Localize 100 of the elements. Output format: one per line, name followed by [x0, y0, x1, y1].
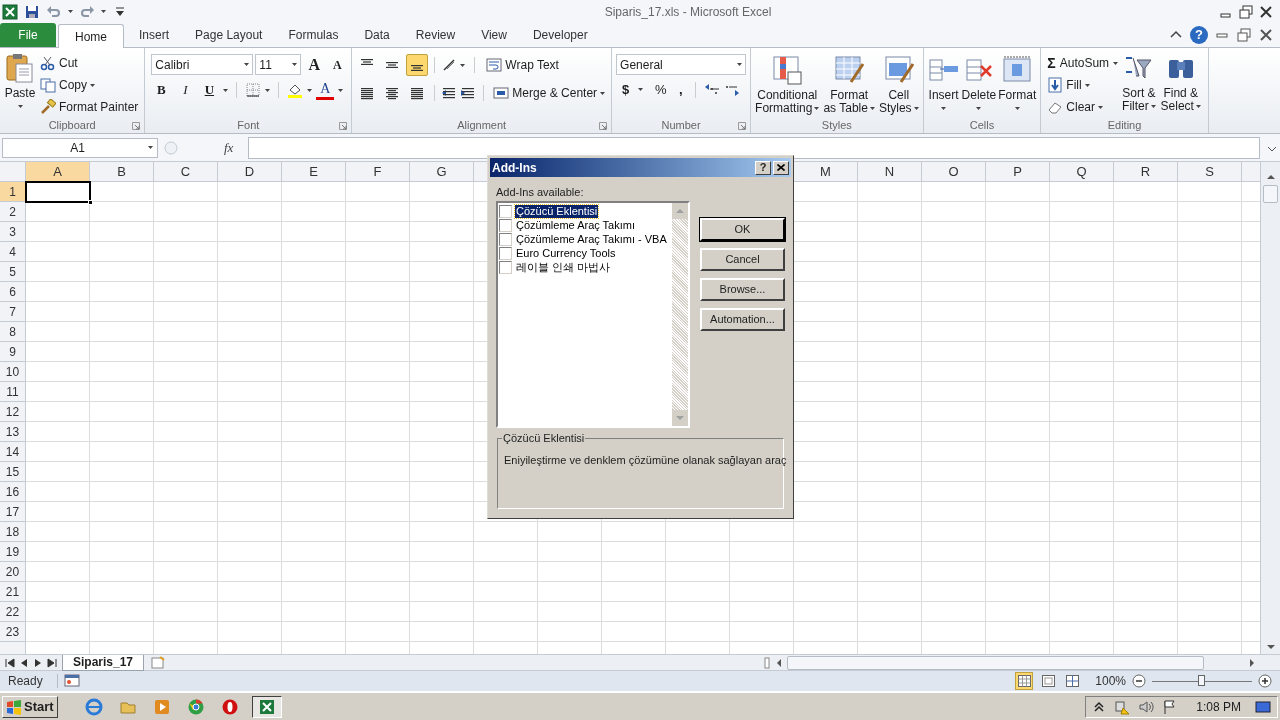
page-layout-view-button[interactable] — [1039, 672, 1058, 690]
list-item[interactable]: Euro Currency Tools — [515, 246, 617, 260]
dialog-launcher-icon[interactable] — [132, 122, 141, 130]
format-painter-button[interactable]: Format Painter — [38, 96, 141, 118]
borders-icon[interactable] — [245, 82, 262, 98]
ribbon-tab[interactable]: Insert — [126, 23, 183, 47]
merge-center-button[interactable]: Merge & Center — [491, 82, 608, 104]
show-desktop-icon[interactable] — [1255, 698, 1271, 715]
conditional-formatting-button[interactable]: Conditional Formatting — [755, 54, 820, 118]
fill-button[interactable]: Fill — [1045, 74, 1121, 96]
ribbon-tab[interactable]: Data — [351, 23, 403, 47]
scroll-thumb[interactable] — [1263, 185, 1278, 203]
column-header: M — [794, 162, 858, 182]
list-item[interactable]: Çözümleme Araç Takımı — [515, 218, 636, 232]
insert-cells-button[interactable]: Insert — [927, 54, 960, 118]
fill-color-icon[interactable] — [287, 82, 304, 98]
font-name-dropdown[interactable]: Calibri — [151, 54, 254, 75]
dialog-button[interactable]: OK — [700, 218, 785, 241]
ribbon-tab[interactable]: Review — [402, 23, 469, 47]
bold-button[interactable]: B — [151, 80, 172, 100]
help-button[interactable]: ? — [1190, 26, 1208, 44]
dialog-button[interactable]: Automation... — [700, 308, 785, 331]
shrink-font-button[interactable]: A — [327, 54, 348, 75]
name-box[interactable]: A1 — [2, 137, 158, 158]
list-item[interactable]: Çözümleme Araç Takımı - VBA — [515, 232, 668, 246]
add-ins-list[interactable]: Çözücü Eklentisi Çözümleme Araç Takımı Çözümleme Araç Takımı - VBA Euro Currency Tools 레이블 인쇄 마법사 — [496, 201, 690, 428]
help-button[interactable]: ? — [755, 160, 771, 175]
page-break-view-button[interactable] — [1063, 672, 1082, 690]
macro-record-icon[interactable] — [63, 673, 80, 689]
ribbon-tab[interactable]: Developer — [519, 23, 601, 47]
zoom-in-icon[interactable] — [1258, 674, 1272, 688]
spreadsheet-app-icon[interactable] — [251, 695, 282, 718]
checkbox[interactable] — [499, 246, 512, 260]
autosum-button[interactable]: Σ AutoSum — [1045, 52, 1121, 74]
checkbox[interactable] — [499, 204, 512, 218]
vertical-scrollbar[interactable] — [1260, 162, 1280, 654]
ribbon-tab[interactable]: Home — [58, 24, 124, 48]
cell-styles-button[interactable]: Cell Styles — [878, 54, 919, 118]
comma-button[interactable]: , — [679, 80, 688, 100]
format-cells-button[interactable]: Format — [998, 54, 1037, 118]
zoom-slider[interactable] — [1152, 674, 1252, 688]
italic-button[interactable]: I — [175, 80, 196, 100]
ribbon-tab[interactable]: Formulas — [275, 23, 352, 47]
formula-input[interactable] — [248, 136, 1260, 159]
percent-button[interactable]: % — [655, 80, 670, 100]
font-color-button[interactable]: A — [316, 80, 335, 100]
checkbox[interactable] — [499, 218, 512, 232]
list-item[interactable]: Çözücü Eklentisi — [515, 204, 599, 218]
dialog-launcher-icon[interactable] — [738, 122, 747, 130]
paste-button[interactable]: Paste — [4, 52, 36, 118]
redo-icon[interactable] — [79, 3, 95, 20]
decrease-indent-icon[interactable] — [441, 85, 458, 101]
format-as-table-button[interactable]: Format as Table — [823, 54, 875, 118]
normal-view-button[interactable] — [1015, 672, 1034, 690]
caret-icon — [976, 107, 982, 110]
save-icon[interactable] — [24, 3, 40, 20]
split-handle-icon[interactable] — [763, 655, 771, 670]
ribbon-tab[interactable]: View — [468, 23, 520, 47]
lines-icon — [359, 85, 376, 101]
dialog-launcher-icon[interactable] — [339, 122, 348, 130]
active-cell[interactable] — [25, 181, 91, 203]
bottom-align-button[interactable] — [406, 54, 429, 76]
close-button[interactable] — [773, 160, 789, 175]
currency-button[interactable]: $ — [622, 80, 635, 100]
find-select-button[interactable]: Find & Select — [1157, 52, 1204, 118]
text-orientation-icon[interactable] — [441, 57, 458, 73]
close-icon[interactable] — [1258, 3, 1274, 20]
first-sheet-icon[interactable] — [4, 656, 16, 669]
list-item[interactable]: 레이블 인쇄 마법사 — [515, 260, 612, 274]
ribbon-tab[interactable]: File — [0, 23, 56, 47]
ribbon-tab[interactable]: Page Layout — [182, 23, 276, 47]
delete-cells-button[interactable]: Delete — [961, 54, 997, 118]
close-icon[interactable] — [1258, 27, 1274, 43]
increase-indent-icon[interactable] — [460, 85, 477, 101]
caret-icon — [869, 107, 875, 110]
checkbox[interactable] — [499, 260, 512, 274]
network-icon[interactable] — [1114, 698, 1131, 715]
dialog-button[interactable]: Cancel — [700, 248, 785, 271]
insert-function-button[interactable]: fx — [224, 137, 244, 158]
font-size-dropdown[interactable]: 11 — [255, 54, 302, 75]
clear-button[interactable]: Clear — [1045, 96, 1121, 118]
wrap-text-button[interactable]: Wrap Text — [484, 54, 561, 76]
underline-button[interactable]: U — [199, 80, 220, 100]
dialog-button[interactable]: Browse... — [700, 278, 785, 301]
row-header: 5 — [0, 262, 26, 282]
dialog-launcher-icon[interactable] — [599, 122, 608, 130]
sort-filter-button[interactable]: Sort & Filter — [1122, 52, 1156, 118]
number-format-dropdown[interactable]: General — [616, 54, 747, 75]
grow-font-button[interactable]: A — [303, 54, 326, 75]
speaker-icon[interactable] — [1138, 698, 1155, 715]
checkbox[interactable] — [499, 232, 512, 246]
zoom-out-icon[interactable] — [1132, 674, 1146, 688]
sheet-tab[interactable]: Siparis_17 — [62, 654, 145, 671]
group-label: Number — [661, 118, 701, 134]
start-button[interactable]: Start — [2, 695, 58, 718]
cut-button[interactable]: Cut — [38, 52, 141, 74]
restore-icon[interactable] — [1236, 27, 1252, 43]
last-sheet-icon[interactable] — [46, 656, 58, 669]
restore-icon[interactable] — [1238, 3, 1254, 20]
copy-button[interactable]: Copy — [38, 74, 141, 96]
